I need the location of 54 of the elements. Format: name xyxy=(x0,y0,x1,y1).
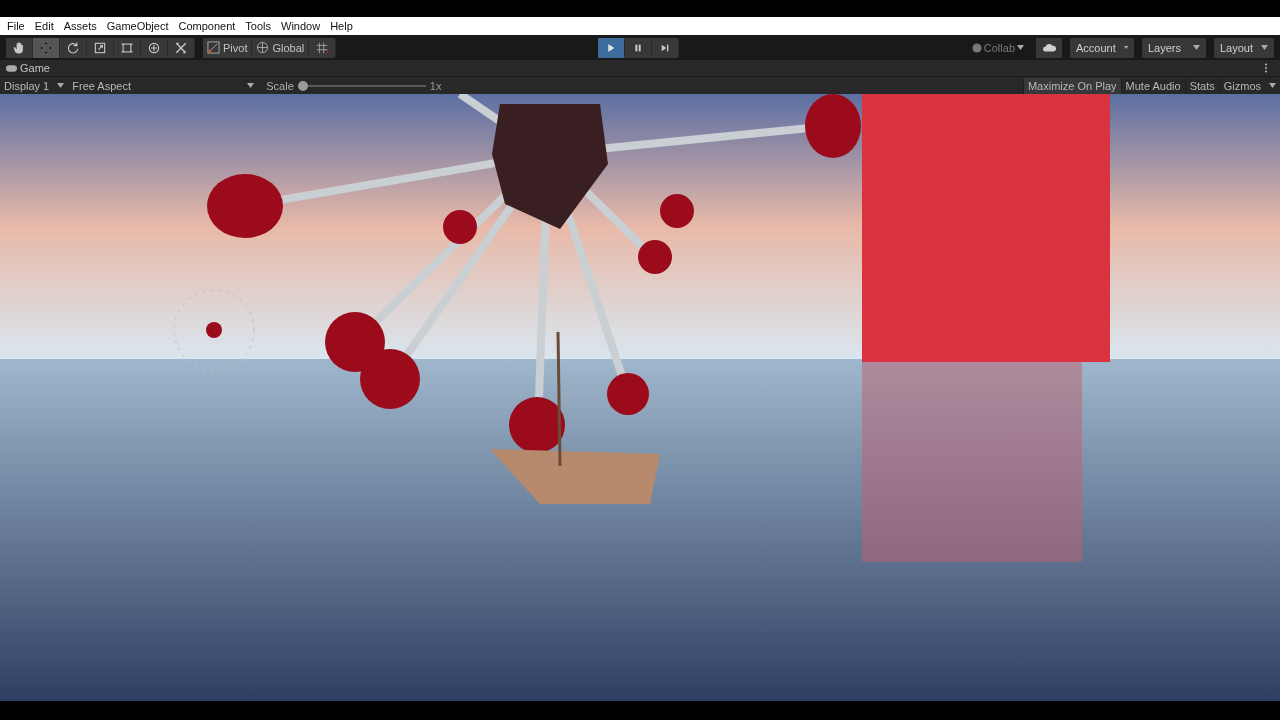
menu-item[interactable]: Tools xyxy=(240,20,277,32)
menu-item[interactable]: Assets xyxy=(58,20,102,32)
slider-thumb[interactable] xyxy=(297,80,308,91)
aspect-dropdown[interactable]: Free Aspect xyxy=(68,77,259,94)
scale-value: 1x xyxy=(429,79,442,92)
account-dropdown[interactable]: Account xyxy=(1070,37,1134,58)
rect-tool-button[interactable] xyxy=(114,37,140,58)
custom-tool-button[interactable] xyxy=(168,37,194,58)
layers-dropdown[interactable]: Layers xyxy=(1142,37,1206,58)
layout-dropdown[interactable]: Layout xyxy=(1214,37,1274,58)
rect-icon xyxy=(120,40,134,55)
global-button[interactable]: Global xyxy=(252,37,309,58)
game-tab[interactable]: Game xyxy=(20,62,50,74)
transform-tool-button[interactable] xyxy=(141,37,167,58)
cloud-icon xyxy=(1042,43,1056,52)
toggle-button[interactable]: Mute Audio xyxy=(1120,77,1185,94)
caret-icon xyxy=(1261,45,1268,50)
pivot-icon xyxy=(207,41,220,54)
crossed-tools-icon xyxy=(174,40,188,55)
grid-snap-button[interactable] xyxy=(309,37,336,58)
gamepad-icon xyxy=(6,64,17,72)
cloud-button[interactable] xyxy=(1036,37,1062,58)
pivot-button[interactable]: Pivot xyxy=(203,37,252,58)
crosshair-circle-icon xyxy=(147,40,161,55)
pause-button[interactable] xyxy=(625,37,652,58)
rotate-icon xyxy=(66,40,80,55)
scale-label: Scale xyxy=(266,79,294,92)
scale-tool-button[interactable] xyxy=(87,37,113,58)
more-options-icon[interactable] xyxy=(1264,63,1268,73)
menu-item[interactable]: Help xyxy=(325,20,358,32)
caret-icon xyxy=(1123,45,1128,50)
step-button[interactable] xyxy=(652,37,679,58)
toggle-button[interactable]: Stats xyxy=(1184,77,1219,94)
display-dropdown[interactable]: Display 1 xyxy=(0,77,69,94)
scale-icon xyxy=(93,40,107,55)
caret-icon xyxy=(1193,45,1200,50)
gizmos-dropdown[interactable]: Gizmos xyxy=(1218,77,1280,94)
toggle-button[interactable]: Maximize On Play xyxy=(1022,77,1121,94)
caret-icon xyxy=(57,83,65,88)
play-button[interactable] xyxy=(598,37,625,58)
caret-icon xyxy=(1269,83,1276,88)
hand-tool-button[interactable] xyxy=(6,37,32,58)
menu-item[interactable]: File xyxy=(2,20,30,32)
globe-icon xyxy=(256,41,270,54)
menu-item[interactable]: Component xyxy=(173,20,241,32)
grid-icon xyxy=(316,41,329,54)
rotate-tool-button[interactable] xyxy=(60,37,86,58)
caret-icon xyxy=(247,83,255,88)
menu-item[interactable]: GameObject xyxy=(101,20,174,32)
menu-item[interactable]: Edit xyxy=(29,20,59,32)
hand-icon xyxy=(12,40,26,55)
caret-icon xyxy=(1017,45,1024,50)
collab-icon xyxy=(971,42,982,53)
menu-item[interactable]: Window xyxy=(276,20,326,32)
